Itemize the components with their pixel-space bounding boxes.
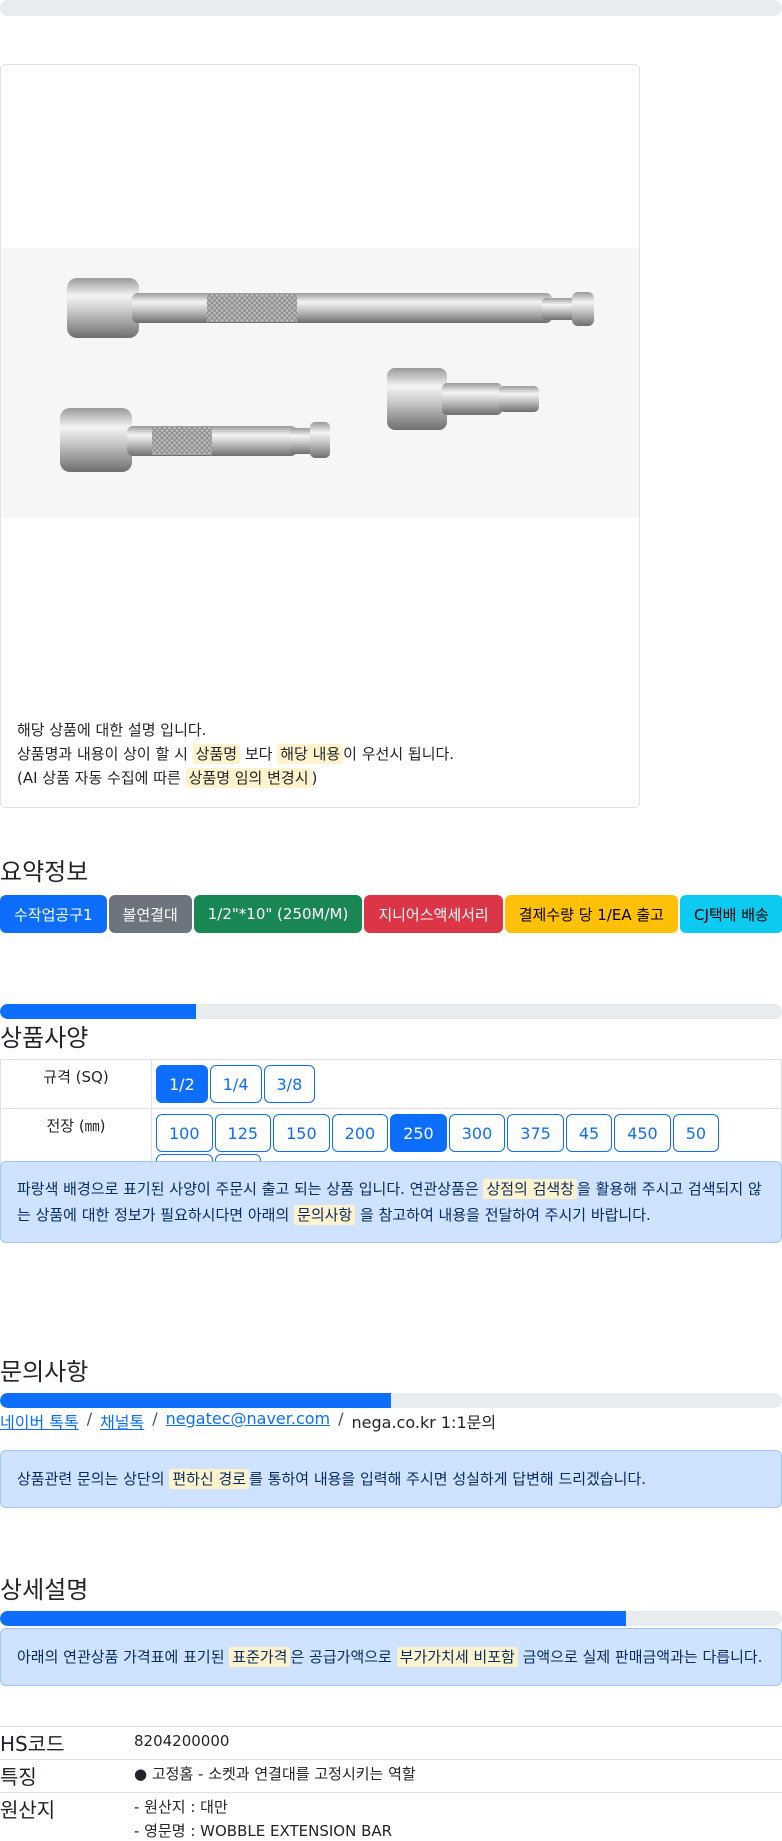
summary-badge: CJ택배 배송 bbox=[679, 895, 782, 933]
spec-progress-fill bbox=[0, 1004, 196, 1019]
product-notice: 해당 상품에 대한 설명 입니다. 상품명과 내용이 상이 할 시 상품명 보다… bbox=[17, 718, 454, 790]
spec-option-button[interactable]: 150 bbox=[273, 1114, 330, 1152]
highlight-route: 편하신 경로 bbox=[169, 1469, 250, 1489]
spec-option-button[interactable]: 250 bbox=[390, 1114, 447, 1152]
notice-text: ) bbox=[311, 769, 318, 787]
summary-badge: 수작업공구1 bbox=[0, 895, 107, 933]
detail-alert: 아래의 연관상품 가격표에 표기된 표준가격 은 공급가액으로 부가가치세 비포함… bbox=[0, 1628, 782, 1686]
info-key: HS코드 bbox=[0, 1732, 65, 1756]
detail-title: 상세설명 bbox=[0, 1576, 89, 1604]
alert-text: 아래의 연관상품 가격표에 표기된 bbox=[17, 1648, 230, 1666]
separator: / bbox=[152, 1409, 158, 1428]
alert-text: 을 참고하여 내용을 전달하여 주시기 바랍니다. bbox=[355, 1206, 651, 1224]
email-link[interactable]: negatec@naver.com bbox=[166, 1409, 330, 1433]
inquiry-alert: 상품관련 문의는 상단의 편하신 경로 를 통하여 내용을 입력해 주시면 성실하… bbox=[0, 1450, 782, 1508]
spec-option-button[interactable]: 3/8 bbox=[263, 1065, 316, 1103]
highlight-standard-price: 표준가격 bbox=[229, 1647, 291, 1667]
alert-text: 를 통하여 내용을 입력해 주시면 성실하게 답변해 드리겠습니다. bbox=[249, 1470, 647, 1488]
inquiry-title: 문의사항 bbox=[0, 1358, 89, 1386]
spec-row: 규격 (SQ) 1/2 1/4 3/8 bbox=[1, 1060, 781, 1109]
highlight-search: 상점의 검색창 bbox=[483, 1179, 578, 1199]
separator: / bbox=[86, 1409, 93, 1428]
channel-talk-link[interactable]: 채널톡 bbox=[100, 1409, 144, 1433]
top-progress-bar bbox=[0, 0, 782, 16]
spec-option-button[interactable]: 300 bbox=[448, 1114, 506, 1152]
spec-option-button[interactable]: 50 bbox=[672, 1114, 720, 1152]
summary-badges: 수작업공구1 볼연결대 1/2"*10" (250M/M) 지니어스액세서리 결제수량 … bbox=[0, 895, 782, 933]
summary-title: 요약정보 bbox=[0, 858, 89, 886]
highlight-inquiry: 문의사항 bbox=[294, 1205, 356, 1225]
spec-alert: 파랑색 배경으로 표기된 사양이 주문시 출고 되는 상품 입니다. 연관상품은… bbox=[0, 1161, 782, 1243]
info-value: - 원산지 : 대만 - 영문명 : WOBBLE EXTENSION BAR bbox=[134, 1793, 392, 1841]
spec-option-button[interactable]: 100 bbox=[156, 1114, 213, 1152]
summary-badge: 결제수량 당 1/EA 출고 bbox=[504, 895, 678, 933]
alert-text: 파랑색 배경으로 표기된 사양이 주문시 출고 되는 상품 입니다. 연관상품은 bbox=[17, 1180, 484, 1198]
spec-option-button[interactable]: 1/2 bbox=[156, 1065, 208, 1103]
inquiry-progress-bar bbox=[0, 1393, 782, 1408]
inquiry-links: 네이버 톡톡 / 채널톡 / negatec@naver.com / nega.… bbox=[0, 1409, 496, 1433]
summary-badge: 지니어스액세서리 bbox=[364, 895, 503, 933]
info-row-feature: 특징 ● 고정홈 - 소켓과 연결대를 고정시키는 역할 bbox=[0, 1759, 782, 1792]
alert-text: 상품관련 문의는 상단의 bbox=[17, 1470, 170, 1488]
highlight-rename: 상품명 임의 변경시 bbox=[185, 768, 312, 788]
extension-bars-image bbox=[60, 278, 594, 472]
notice-text: 보다 bbox=[240, 745, 278, 763]
highlight-product-name: 상품명 bbox=[192, 744, 241, 764]
notice-text: 이 우선시 됩니다. bbox=[343, 745, 455, 763]
detail-progress-bar bbox=[0, 1611, 782, 1626]
origin-line: - 원산지 : 대만 bbox=[134, 1798, 228, 1816]
highlight-content: 해당 내용 bbox=[277, 744, 344, 764]
notice-text: (AI 상품 자동 수집에 따른 bbox=[17, 769, 186, 787]
alert-text: 금액으로 실제 판매금액과는 다릅니다. bbox=[517, 1648, 763, 1666]
english-name-line: - 영문명 : WOBBLE EXTENSION BAR bbox=[134, 1822, 393, 1840]
info-key: 특징 bbox=[0, 1765, 37, 1789]
notice-line-2: 상품명과 내용이 상이 할 시 상품명 보다 해당 내용 이 우선시 됩니다. bbox=[17, 742, 454, 766]
spec-option-button[interactable]: 200 bbox=[331, 1114, 389, 1152]
summary-badge: 볼연결대 bbox=[108, 895, 192, 933]
spec-option-button[interactable]: 450 bbox=[614, 1114, 671, 1152]
spec-title: 상품사양 bbox=[0, 1024, 89, 1052]
info-value: ● 고정홈 - 소켓과 연결대를 고정시키는 역할 bbox=[134, 1765, 416, 1783]
spec-label: 규격 (SQ) bbox=[1, 1060, 152, 1108]
inquiry-progress-fill bbox=[0, 1393, 391, 1408]
spec-option-button[interactable]: 1/4 bbox=[209, 1065, 262, 1103]
summary-badge: 1/2"*10" (250M/M) bbox=[193, 895, 363, 933]
notice-line-3: (AI 상품 자동 수집에 따른 상품명 임의 변경시) bbox=[17, 766, 454, 790]
spec-options: 1/2 1/4 3/8 bbox=[152, 1060, 781, 1108]
detail-progress-fill bbox=[0, 1611, 626, 1626]
alert-text: 은 공급가액으로 bbox=[290, 1648, 397, 1666]
spec-option-button[interactable]: 375 bbox=[507, 1114, 564, 1152]
info-row-origin: 원산지 - 원산지 : 대만 - 영문명 : WOBBLE EXTENSION … bbox=[0, 1792, 782, 1841]
notice-text: 상품명과 내용이 상이 할 시 bbox=[17, 745, 193, 763]
product-photo bbox=[2, 248, 639, 518]
spec-option-button[interactable]: 125 bbox=[214, 1114, 272, 1152]
info-value: 8204200000 bbox=[134, 1732, 230, 1750]
product-image-card: 해당 상품에 대한 설명 입니다. 상품명과 내용이 상이 할 시 상품명 보다… bbox=[0, 64, 640, 808]
info-key: 원산지 bbox=[0, 1798, 56, 1822]
spec-progress-bar bbox=[0, 1004, 782, 1019]
site-inquiry-text: nega.co.kr 1:1문의 bbox=[351, 1413, 497, 1432]
spec-option-button[interactable]: 45 bbox=[565, 1114, 613, 1152]
highlight-vat: 부가가치세 비포함 bbox=[396, 1647, 518, 1667]
notice-line-1: 해당 상품에 대한 설명 입니다. bbox=[17, 721, 207, 739]
separator: / bbox=[338, 1409, 344, 1428]
info-row-hs: HS코드 8204200000 bbox=[0, 1726, 782, 1759]
naver-talk-link[interactable]: 네이버 톡톡 bbox=[0, 1409, 79, 1433]
